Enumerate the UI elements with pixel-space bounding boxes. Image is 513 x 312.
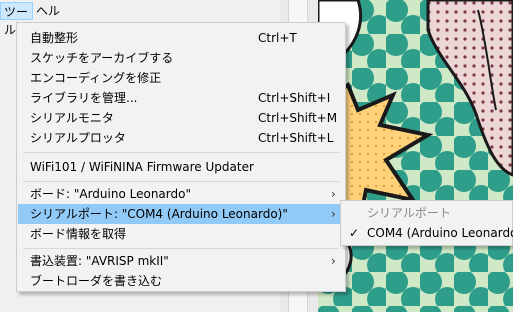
menu-item-label: エンコーディングを修正 (30, 71, 162, 85)
menu-item-serial-monitor[interactable]: シリアルモニタ Ctrl+Shift+M (18, 108, 344, 128)
menu-item-board[interactable]: ボード: "Arduino Leonardo" › (18, 184, 344, 204)
menu-item-programmer[interactable]: 書込装置: "AVRISP mkII" › (18, 251, 344, 271)
submenu-header-serial-port: シリアルポート (342, 203, 511, 223)
menu-item-label: WiFi101 / WiFiNINA Firmware Updater (30, 160, 254, 174)
submenu-item-label: COM4 (Arduino Leonardo) (367, 226, 513, 240)
menu-item-shortcut: Ctrl+Shift+M (258, 111, 338, 125)
chevron-right-icon: › (331, 207, 336, 221)
menu-separator (23, 152, 339, 153)
menu-item-archive-sketch[interactable]: スケッチをアーカイブする (18, 48, 344, 68)
menu-item-label: ブートローダを書き込む (30, 274, 163, 288)
menu-item-shortcut: Ctrl+Shift+I (258, 91, 331, 105)
menu-item-label: シリアルモニタ (30, 111, 114, 125)
menu-item-shortcut: Ctrl+T (258, 31, 297, 45)
menu-separator (23, 181, 339, 182)
chevron-right-icon: › (331, 254, 336, 268)
menu-item-label: ボード: "Arduino Leonardo" (30, 187, 191, 201)
menubar-item-tools[interactable]: ツール (0, 2, 33, 37)
menu-item-label: 書込装置: "AVRISP mkII" (30, 254, 169, 268)
menu-item-label: ライブラリを管理... (30, 91, 138, 105)
menubar-item-help[interactable]: ヘルプ (33, 2, 73, 36)
menu-item-firmware-updater[interactable]: WiFi101 / WiFiNINA Firmware Updater (18, 157, 344, 177)
menu-item-label: シリアルプロッタ (30, 131, 126, 145)
menu-separator (23, 248, 339, 249)
menubar: ツール ヘルプ (0, 0, 280, 37)
menu-item-serial-plotter[interactable]: シリアルプロッタ Ctrl+Shift+L (18, 128, 344, 148)
submenu-header-label: シリアルポート (367, 206, 451, 220)
menu-item-fix-encoding[interactable]: エンコーディングを修正 (18, 68, 344, 88)
comic-art-graphic (318, 0, 513, 312)
menu-item-label: シリアルポート: "COM4 (Arduino Leonardo)" (30, 207, 288, 221)
menu-item-label: 自動整形 (30, 31, 79, 45)
checkmark-icon: ✓ (349, 226, 360, 240)
menu-item-label: スケッチをアーカイブする (30, 51, 174, 65)
menu-item-label: ボード情報を取得 (30, 227, 127, 241)
tools-menu: 自動整形 Ctrl+T スケッチをアーカイブする エンコーディングを修正 ライブ… (16, 22, 346, 292)
menu-item-shortcut: Ctrl+Shift+L (258, 131, 334, 145)
background-comic-art (318, 0, 513, 312)
serial-port-submenu: シリアルポート ✓ COM4 (Arduino Leonardo) (340, 200, 513, 246)
menu-item-board-info[interactable]: ボード情報を取得 (18, 224, 344, 244)
chevron-right-icon: › (331, 187, 336, 201)
menu-item-manage-libraries[interactable]: ライブラリを管理... Ctrl+Shift+I (18, 88, 344, 108)
menu-item-auto-format[interactable]: 自動整形 Ctrl+T (18, 28, 344, 48)
menu-item-burn-bootloader[interactable]: ブートローダを書き込む (18, 271, 344, 291)
submenu-item-com4[interactable]: ✓ COM4 (Arduino Leonardo) (342, 223, 513, 243)
menu-item-serial-port[interactable]: シリアルポート: "COM4 (Arduino Leonardo)" › (18, 204, 344, 224)
